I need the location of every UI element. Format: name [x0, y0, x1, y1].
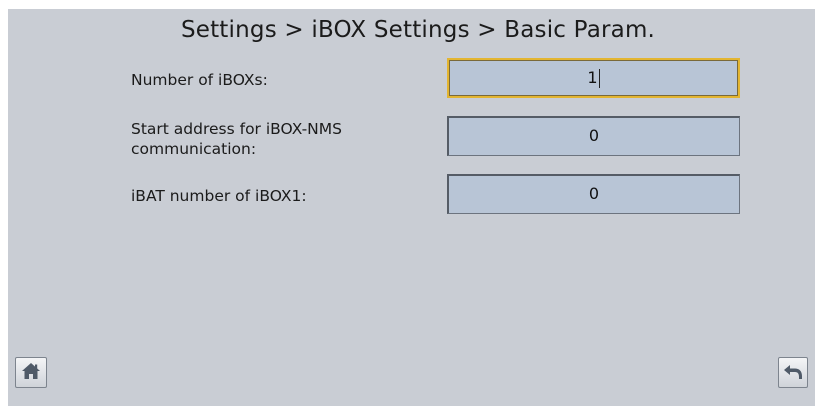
start-address-value: 0	[588, 126, 600, 145]
start-address-field[interactable]: 0	[447, 116, 740, 156]
home-icon	[21, 362, 41, 384]
home-button[interactable]	[15, 357, 47, 388]
number-of-iboxs-value: 1	[587, 68, 598, 87]
text-cursor	[598, 69, 600, 88]
ibat-number-field[interactable]: 0	[447, 174, 740, 214]
number-of-iboxs-label: Number of iBOXs:	[131, 71, 268, 89]
settings-screen: Settings > iBOX Settings > Basic Param. …	[8, 9, 815, 406]
ibat-number-value: 0	[588, 184, 600, 203]
number-of-iboxs-field[interactable]: 1	[447, 58, 740, 98]
start-address-label: Start address for iBOX-NMS communication…	[131, 120, 342, 158]
page-title: Settings > iBOX Settings > Basic Param.	[180, 17, 656, 43]
back-arrow-icon	[783, 362, 803, 384]
ibat-number-label: iBAT number of iBOX1:	[131, 187, 307, 205]
back-button[interactable]	[778, 357, 808, 388]
